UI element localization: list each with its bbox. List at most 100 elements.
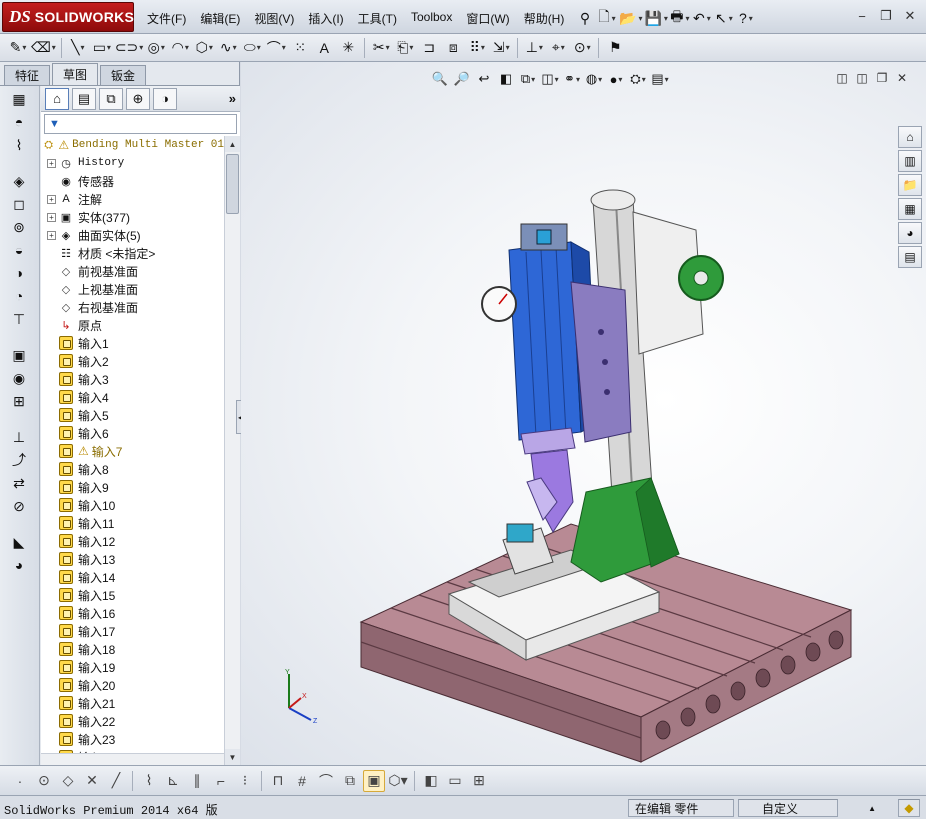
- undo-button[interactable]: ↶ ▾: [692, 7, 712, 29]
- mirror-button[interactable]: ⧈: [442, 37, 464, 59]
- expand-plus-icon[interactable]: +: [47, 230, 56, 240]
- ellipse-button[interactable]: ⬭ ▾: [241, 37, 263, 59]
- linear-pattern-button[interactable]: ⠿ ▾: [466, 37, 488, 59]
- grid-dots-button[interactable]: ⁙: [289, 37, 311, 59]
- tree-root[interactable]: ⛭ ⚠ Bending Multi Master 01: [41, 136, 224, 154]
- instant3d-button[interactable]: ⇄: [6, 473, 32, 493]
- tree-item[interactable]: 输入15: [41, 586, 224, 604]
- help-button[interactable]: ? ▾: [736, 7, 756, 29]
- tree-item[interactable]: + ◷ History: [41, 154, 224, 172]
- chevron-down-icon[interactable]: ▾: [642, 75, 646, 84]
- tree-item[interactable]: ☷ 材质 <未指定>: [41, 244, 224, 262]
- tree-item[interactable]: 输入14: [41, 568, 224, 586]
- tree-item[interactable]: 输入9: [41, 478, 224, 496]
- box-view-button[interactable]: ⧉: [339, 770, 361, 792]
- chevron-down-icon[interactable]: ▾: [185, 43, 189, 52]
- sheet-metal-button[interactable]: ▣: [6, 345, 32, 365]
- appearances-scenes-button[interactable]: ◕: [898, 222, 922, 244]
- hide-show-items-button[interactable]: ◍ ▾: [585, 69, 603, 89]
- line-button[interactable]: ╲ ▾: [67, 37, 89, 59]
- spline-button[interactable]: ∿ ▾: [217, 37, 239, 59]
- chevron-down-icon[interactable]: ▾: [506, 43, 510, 52]
- angle-snap-button[interactable]: ⌒: [315, 770, 337, 792]
- chevron-down-icon[interactable]: ▾: [233, 43, 237, 52]
- minimize-icon[interactable]: −: [850, 6, 874, 26]
- swept-cut-button[interactable]: ◑: [6, 263, 32, 283]
- chevron-down-icon[interactable]: ▾: [257, 43, 261, 52]
- edit-appearance-button[interactable]: ● ▾: [607, 69, 625, 89]
- reference-geometry-button[interactable]: ⊥: [6, 427, 32, 447]
- chevron-down-icon[interactable]: ▾: [576, 75, 580, 84]
- repair-sketch-button[interactable]: ⚑: [604, 37, 626, 59]
- quick-snaps-button[interactable]: ⌖ ▾: [547, 37, 569, 59]
- print-button[interactable]: 🖶 ▾: [670, 7, 690, 29]
- tree-item[interactable]: + ◈ 曲面实体(5): [41, 226, 224, 244]
- tree-item[interactable]: + ▣ 实体(377): [41, 208, 224, 226]
- bending-machine-model[interactable]: [241, 62, 926, 765]
- solidworks-logo[interactable]: DS SOLIDWORKS: [2, 2, 134, 32]
- tab-2[interactable]: 钣金: [100, 65, 147, 85]
- draft-button[interactable]: ◣: [6, 532, 32, 552]
- chevron-down-icon[interactable]: ▾: [665, 75, 669, 84]
- tile-vertical-icon[interactable]: ◫: [852, 69, 872, 87]
- fillet-button[interactable]: ⌒ ▾: [265, 37, 287, 59]
- menu-item-4[interactable]: 工具(T): [351, 8, 404, 28]
- center-snap-button[interactable]: ⊙: [33, 770, 55, 792]
- chevron-down-icon[interactable]: ▾: [107, 43, 111, 52]
- tree-item[interactable]: 输入1: [41, 334, 224, 352]
- revolved-boss-button[interactable]: ◓: [6, 112, 32, 132]
- extruded-boss-button[interactable]: ▦: [6, 89, 32, 109]
- select-pointer-button[interactable]: ↖ ▾: [714, 7, 734, 29]
- smart-dimension-button[interactable]: ✎ ▾: [7, 37, 29, 59]
- grid-snap-button[interactable]: #: [291, 770, 313, 792]
- chevron-down-icon[interactable]: ▾: [612, 14, 616, 23]
- offset-button[interactable]: ⊐: [418, 37, 440, 59]
- view-cube-button[interactable]: ⬡ ▾: [387, 770, 409, 792]
- display-relations-button[interactable]: ⊥ ▾: [523, 37, 545, 59]
- previous-view-button[interactable]: ↩: [475, 69, 493, 89]
- expand-plus-icon[interactable]: +: [47, 194, 56, 204]
- tree-item[interactable]: 输入18: [41, 640, 224, 658]
- menu-item-1[interactable]: 编辑(E): [193, 8, 247, 28]
- nearest-snap-button[interactable]: ╱: [105, 770, 127, 792]
- vertical-snap-button[interactable]: ⁝: [234, 770, 256, 792]
- menu-item-7[interactable]: 帮助(H): [517, 8, 572, 28]
- feature-manager-tab[interactable]: ⌂: [45, 87, 69, 110]
- chevron-down-icon[interactable]: ▾: [409, 43, 413, 52]
- chevron-down-icon[interactable]: ▾: [386, 43, 390, 52]
- menu-item-5[interactable]: Toolbox: [404, 8, 459, 28]
- eraser-button[interactable]: ⌫ ▾: [31, 37, 56, 59]
- tree-item[interactable]: 输入16: [41, 604, 224, 622]
- scroll-down-arrow[interactable]: ▼: [225, 749, 240, 765]
- single-view-button[interactable]: ▭: [444, 770, 466, 792]
- tree-vertical-scrollbar[interactable]: ▲ ▼: [224, 136, 240, 765]
- chevron-down-icon[interactable]: ▾: [555, 75, 559, 84]
- polygon-button[interactable]: ⬡ ▾: [193, 37, 215, 59]
- intersection-snap-button[interactable]: ✕: [81, 770, 103, 792]
- display-manager-tab[interactable]: ◑: [153, 87, 177, 110]
- tree-item[interactable]: + A 注解: [41, 190, 224, 208]
- tree-item[interactable]: 输入8: [41, 460, 224, 478]
- zoom-to-area-button[interactable]: 🔎: [453, 69, 471, 89]
- open-folder-button[interactable]: 📂 ▾: [619, 7, 642, 29]
- tree-item[interactable]: 输入6: [41, 424, 224, 442]
- expand-plus-icon[interactable]: +: [47, 158, 56, 168]
- pin-button[interactable]: ⚲: [575, 7, 595, 29]
- tree-item[interactable]: 输入12: [41, 532, 224, 550]
- trim-button[interactable]: ✂ ▾: [370, 37, 392, 59]
- appearance-button[interactable]: ◉: [6, 368, 32, 388]
- hole-wizard-button[interactable]: ⊚: [6, 217, 32, 237]
- tree-item[interactable]: ◇ 前视基准面: [41, 262, 224, 280]
- display-style-button[interactable]: ⚭ ▾: [563, 69, 581, 89]
- menu-item-3[interactable]: 插入(I): [301, 8, 350, 28]
- swept-boss-button[interactable]: ⌇: [6, 135, 32, 155]
- tree-item[interactable]: ◉ 传感器: [41, 172, 224, 190]
- chevron-down-icon[interactable]: ▾: [664, 14, 668, 23]
- dome-button[interactable]: ◕: [6, 555, 32, 575]
- text-button[interactable]: A: [313, 37, 335, 59]
- property-manager-tab[interactable]: ▤: [72, 87, 96, 110]
- curves-button[interactable]: ⤴: [6, 450, 32, 470]
- configuration-manager-tab[interactable]: ⧉: [99, 87, 123, 110]
- view-orientation-button[interactable]: ◫ ▾: [541, 69, 559, 89]
- chevron-down-icon[interactable]: ▾: [401, 772, 408, 789]
